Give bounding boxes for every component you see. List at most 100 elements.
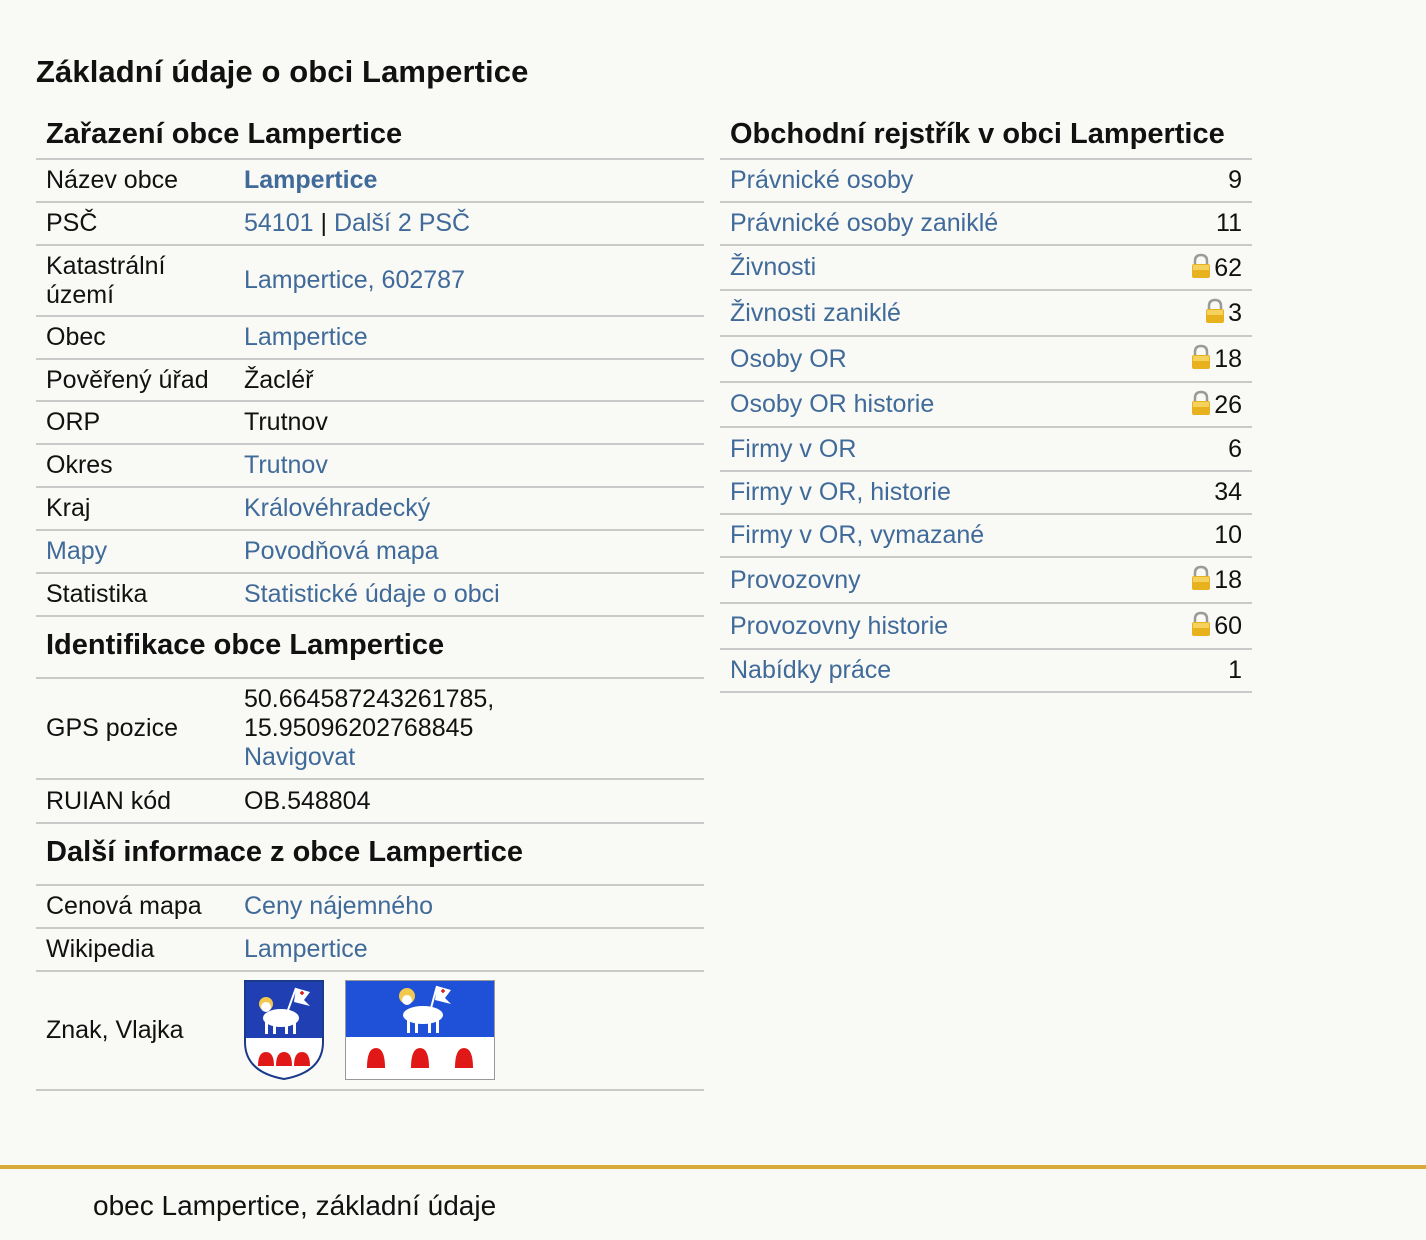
row-label: PSČ [36, 202, 234, 246]
row-label: RUIAN kód [36, 779, 234, 824]
lock-icon [1192, 611, 1211, 636]
table-row: Mapy Povodňová mapa [36, 530, 704, 574]
rejstrik-link[interactable]: Firmy v OR [730, 435, 856, 463]
table-row: Živnosti 62 [720, 245, 1252, 291]
table-row: Firmy v OR, historie 34 [720, 471, 1252, 515]
table-row: Firmy v OR 6 [720, 427, 1252, 472]
obec-link[interactable]: Lampertice [244, 323, 368, 351]
table-row: Kraj Královéhradecký [36, 487, 704, 531]
lock-icon [1192, 565, 1211, 590]
lock-icon [1192, 344, 1211, 369]
rejstrik-link[interactable]: Živnosti zaniklé [730, 299, 901, 327]
rejstrik-link[interactable]: Provozovny [730, 566, 861, 594]
rejstrik-count: 3 [1228, 299, 1242, 327]
wikipedia-link[interactable]: Lampertice [244, 935, 368, 963]
row-label: Název obce [36, 160, 234, 203]
urad-value: Žacléř [234, 359, 704, 402]
table-row: Okres Trutnov [36, 444, 704, 488]
table-row: Právnické osoby zaniklé 11 [720, 202, 1252, 246]
rejstrik-table: Právnické osoby 9 Právnické osoby zaniklé 1… [720, 160, 1252, 693]
psc-more-link[interactable]: Další 2 PSČ [334, 209, 470, 237]
table-row: Statistika Statistické údaje o obci [36, 573, 704, 617]
row-label: Okres [36, 444, 234, 488]
rejstrik-count: 60 [1214, 612, 1242, 640]
footer-text: obec Lampertice, základní údaje [93, 1190, 497, 1221]
okres-link[interactable]: Trutnov [244, 451, 328, 479]
rejstrik-link[interactable]: Nabídky práce [730, 656, 891, 684]
page-title: Základní údaje o obci Lampertice [36, 54, 529, 89]
table-row: Cenová mapa Ceny nájemného [36, 886, 704, 929]
gps-lon: 15.95096202768845 [244, 714, 474, 742]
rejstrik-count: 18 [1214, 566, 1242, 594]
table-row: Pověřený úřad Žacléř [36, 359, 704, 402]
rejstrik-count: 62 [1214, 253, 1242, 282]
lock-icon [1192, 253, 1211, 278]
row-label: Pověřený úřad [36, 359, 234, 402]
rejstrik-count: 34 [1214, 478, 1242, 506]
rejstrik-count: 6 [1228, 434, 1242, 463]
row-label: Kraj [36, 487, 234, 531]
rejstrik-link[interactable]: Firmy v OR, historie [730, 478, 951, 506]
obec-name-link[interactable]: Lampertice [244, 166, 377, 194]
row-label: Katastrální území [36, 245, 234, 317]
coat-of-arms-icon[interactable] [244, 979, 324, 1080]
lock-icon [1206, 298, 1225, 323]
section-title-rejstrik: Obchodní rejstřík v obci Lampertice [720, 110, 1252, 160]
rejstrik-link[interactable]: Osoby OR historie [730, 390, 934, 418]
footer-divider [0, 1165, 1426, 1169]
table-row: Znak, Vlajka [36, 971, 704, 1091]
povodnova-mapa-link[interactable]: Povodňová mapa [244, 537, 439, 565]
table-row: ORP Trutnov [36, 401, 704, 445]
rejstrik-count: 10 [1214, 521, 1242, 549]
dalsi-table: Cenová mapa Ceny nájemného Wikipedia Lam… [36, 886, 704, 1091]
section-title-zarazeni: Zařazení obce Lampertice [36, 110, 704, 160]
identifikace-table: GPS pozice 50.664587243261785, 15.950962… [36, 679, 704, 824]
rejstrik-link[interactable]: Provozovny historie [730, 612, 948, 640]
katastr-link[interactable]: Lampertice, 602787 [244, 266, 465, 294]
kraj-link[interactable]: Královéhradecký [244, 494, 430, 522]
statistika-link[interactable]: Statistické údaje o obci [244, 580, 500, 608]
row-label: GPS pozice [36, 679, 234, 780]
rejstrik-link[interactable]: Právnické osoby zaniklé [730, 209, 998, 237]
rejstrik-link[interactable]: Firmy v OR, vymazané [730, 521, 984, 549]
table-row: Katastrální území Lampertice, 602787 [36, 245, 704, 317]
navigate-link[interactable]: Navigovat [244, 743, 355, 771]
rejstrik-count: 1 [1228, 656, 1242, 684]
zarazeni-table: Název obce Lampertice PSČ 54101 | Další … [36, 160, 704, 617]
row-label: Statistika [36, 573, 234, 617]
table-row: Obec Lampertice [36, 316, 704, 360]
lock-icon [1192, 390, 1211, 415]
table-row: Název obce Lampertice [36, 160, 704, 203]
mapy-link[interactable]: Mapy [46, 537, 107, 565]
table-row: Osoby OR historie 26 [720, 382, 1252, 428]
table-row: RUIAN kód OB.548804 [36, 779, 704, 824]
table-row: Živnosti zaniklé 3 [720, 290, 1252, 337]
rejstrik-count: 11 [1216, 209, 1242, 237]
table-row: Provozovny historie 60 [720, 603, 1252, 650]
orp-value: Trutnov [234, 401, 704, 445]
rejstrik-link[interactable]: Právnické osoby [730, 166, 913, 194]
katastr-label-line1: Katastrální [46, 251, 166, 280]
table-row: Nabídky práce 1 [720, 649, 1252, 693]
table-row: Osoby OR 18 [720, 336, 1252, 383]
rejstrik-count: 9 [1228, 166, 1242, 194]
row-label: Wikipedia [36, 928, 234, 972]
psc-link[interactable]: 54101 [244, 209, 314, 237]
flag-icon[interactable] [344, 979, 495, 1080]
section-title-identifikace: Identifikace obce Lampertice [36, 617, 704, 679]
katastr-label-line2: území [46, 280, 115, 309]
table-row: Provozovny 18 [720, 557, 1252, 604]
table-row: Právnické osoby 9 [720, 160, 1252, 203]
rejstrik-count: 26 [1214, 390, 1242, 419]
psc-separator: | [320, 209, 327, 237]
ceny-najemneho-link[interactable]: Ceny nájemného [244, 892, 433, 920]
table-row: GPS pozice 50.664587243261785, 15.950962… [36, 679, 704, 780]
gps-lat: 50.664587243261785, [244, 685, 495, 713]
table-row: PSČ 54101 | Další 2 PSČ [36, 202, 704, 246]
rejstrik-link[interactable]: Živnosti [730, 253, 816, 281]
table-row: Firmy v OR, vymazané 10 [720, 514, 1252, 558]
left-column: Zařazení obce Lampertice Název obce Lamp… [36, 110, 704, 1091]
table-row: Wikipedia Lampertice [36, 928, 704, 972]
ruian-value: OB.548804 [234, 779, 704, 824]
rejstrik-link[interactable]: Osoby OR [730, 345, 847, 373]
